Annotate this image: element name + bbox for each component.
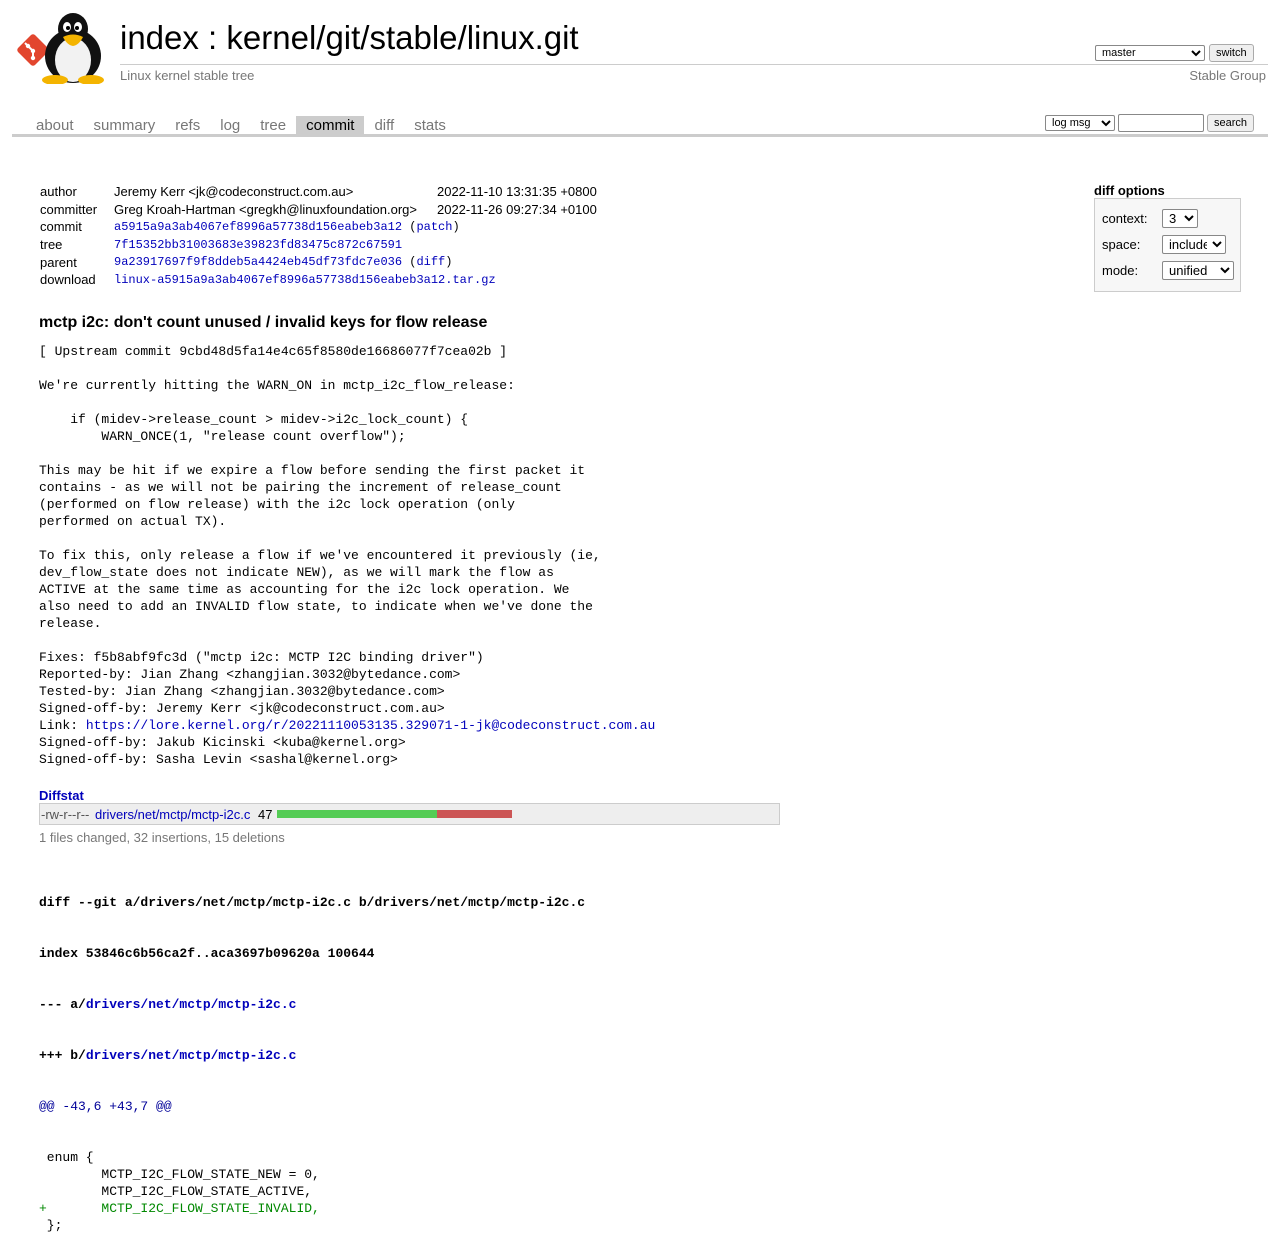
tab-diff[interactable]: diff	[364, 116, 404, 135]
diffstat-summary: 1 files changed, 32 insertions, 15 delet…	[39, 830, 285, 845]
tabs-divider	[12, 134, 1268, 137]
space-label: space:	[1102, 237, 1141, 252]
author-date: 2022-11-10 13:31:35 +0800	[436, 184, 597, 200]
download-row: download linux-a5915a9a3ab4067ef8996a577…	[36, 271, 601, 289]
repo-owner: Stable Group	[1189, 68, 1266, 83]
context-select[interactable]: 3	[1162, 209, 1198, 228]
context-label: context:	[1102, 211, 1148, 226]
diff-git-header: diff --git a/drivers/net/mctp/mctp-i2c.c…	[39, 895, 586, 910]
new-file-prefix: +++ b/	[39, 1048, 86, 1063]
tree-label: tree	[40, 237, 63, 253]
committer-value: Greg Kroah-Hartman <gregkh@linuxfoundati…	[114, 201, 417, 217]
download-cell: linux-a5915a9a3ab4067ef8996a57738d156eab…	[110, 271, 601, 289]
diff-context-line: enum {	[39, 1150, 94, 1165]
mode-row: mode: unified	[1102, 261, 1234, 281]
commit-sha-link[interactable]: a5915a9a3ab4067ef8996a57738d156eabeb3a12	[114, 220, 402, 234]
header-divider	[120, 64, 1268, 65]
repo-link[interactable]: kernel/git/stable/linux.git	[226, 19, 578, 56]
old-file-prefix: --- a/	[39, 997, 86, 1012]
space-select[interactable]: include	[1162, 235, 1226, 254]
committer-label: committer	[40, 201, 98, 217]
committer-date: 2022-11-26 09:27:34 +0100	[436, 201, 597, 217]
old-file-link[interactable]: drivers/net/mctp/mctp-i2c.c	[86, 997, 297, 1012]
diff-new-file: +++ b/drivers/net/mctp/mctp-i2c.c	[39, 1047, 585, 1064]
tab-stats[interactable]: stats	[404, 116, 456, 135]
branch-select[interactable]: master	[1095, 45, 1205, 61]
parent-sha-cell: 9a23917697f9f8ddeb5a4424eb45df73fdc7e036…	[114, 255, 453, 270]
diffstat-file-link[interactable]: drivers/net/mctp/mctp-i2c.c	[95, 807, 250, 822]
tree-sha-cell: 7f15352bb31003683e39823fd83475c872c67591	[110, 236, 601, 254]
download-link[interactable]: linux-a5915a9a3ab4067ef8996a57738d156eab…	[114, 273, 496, 287]
diff-hunk-header: @@ -43,6 +43,7 @@	[39, 1099, 172, 1114]
change-count: 47	[258, 807, 273, 822]
diff-context-line: };	[39, 1218, 63, 1233]
switch-button[interactable]: switch	[1209, 44, 1254, 62]
commit-info-table: author Jeremy Kerr <jk@codeconstruct.com…	[36, 183, 601, 289]
space-row: space: include	[1102, 235, 1226, 255]
diff-options-title: diff options	[1094, 183, 1165, 198]
search-input[interactable]	[1118, 114, 1204, 132]
parent-diff-link[interactable]: diff	[416, 255, 445, 269]
tab-refs[interactable]: refs	[165, 116, 210, 135]
diffstat-table: -rw-r--r-- drivers/net/mctp/mctp-i2c.c 4…	[39, 803, 780, 825]
committer-row: committer Greg Kroah-Hartman <gregkh@lin…	[36, 201, 601, 219]
diff-added-line: + MCTP_I2C_FLOW_STATE_INVALID,	[39, 1201, 320, 1216]
commit-message: [ Upstream commit 9cbd48d5fa14e4c65f8580…	[39, 343, 655, 768]
tab-log[interactable]: log	[210, 116, 250, 135]
tab-about[interactable]: about	[26, 116, 84, 135]
title-separator: :	[198, 19, 227, 56]
diff-options-panel: context: 3 space: include mode: unified	[1094, 198, 1241, 292]
tux-penguin-icon	[42, 13, 104, 84]
tree-sha-link[interactable]: 7f15352bb31003683e39823fd83475c872c67591	[114, 238, 402, 252]
diff-old-file: --- a/drivers/net/mctp/mctp-i2c.c	[39, 996, 585, 1013]
repo-title: index : kernel/git/stable/linux.git	[120, 18, 579, 58]
deletions-bar	[437, 810, 512, 818]
tab-tree[interactable]: tree	[250, 116, 296, 135]
commit-message-text: [ Upstream commit 9cbd48d5fa14e4c65f8580…	[39, 344, 601, 733]
diff-index-header: index 53846c6b56ca2f..aca3697b09620a 100…	[39, 946, 375, 961]
mode-select[interactable]: unified	[1162, 261, 1234, 280]
parent-row: parent 9a23917697f9f8ddeb5a4424eb45df73f…	[36, 253, 601, 271]
search-type-select[interactable]: log msg	[1045, 115, 1115, 131]
commit-row: commit a5915a9a3ab4067ef8996a57738d156ea…	[36, 218, 601, 236]
file-mode: -rw-r--r--	[41, 807, 90, 822]
index-link[interactable]: index	[120, 19, 199, 56]
tab-bar: about summary refs log tree commit diff stats	[26, 116, 456, 135]
commit-message-trailer: Signed-off-by: Jakub Kicinski <kuba@kern…	[39, 735, 406, 767]
download-label: download	[40, 272, 96, 288]
diffstat-header-link[interactable]: Diffstat	[39, 788, 84, 803]
change-graph	[277, 810, 512, 818]
insertions-bar	[277, 810, 437, 818]
parent-label: parent	[40, 254, 77, 270]
diff-view: diff --git a/drivers/net/mctp/mctp-i2c.c…	[39, 860, 585, 1251]
patch-link[interactable]: patch	[416, 220, 452, 234]
tab-commit[interactable]: commit	[296, 116, 365, 135]
author-label: author	[40, 184, 77, 200]
context-row: context: 3	[1102, 209, 1198, 229]
mode-label: mode:	[1102, 263, 1139, 278]
commit-subject: mctp i2c: don't count unused / invalid k…	[39, 314, 488, 331]
tree-row: tree 7f15352bb31003683e39823fd83475c872c…	[36, 236, 601, 254]
author-row: author Jeremy Kerr <jk@codeconstruct.com…	[36, 183, 601, 201]
author-value: Jeremy Kerr <jk@codeconstruct.com.au>	[114, 184, 354, 200]
commit-sha-cell: a5915a9a3ab4067ef8996a57738d156eabeb3a12…	[114, 219, 460, 234]
diff-lines: enum { MCTP_I2C_FLOW_STATE_NEW = 0, MCTP…	[39, 1149, 585, 1234]
diff-context-line: MCTP_I2C_FLOW_STATE_NEW = 0,	[39, 1167, 320, 1182]
repo-description: Linux kernel stable tree	[120, 68, 255, 83]
commit-label: commit	[40, 219, 82, 235]
tab-summary[interactable]: summary	[84, 116, 166, 135]
lore-link[interactable]: https://lore.kernel.org/r/20221110053135…	[86, 718, 656, 733]
parent-sha-link[interactable]: 9a23917697f9f8ddeb5a4424eb45df73fdc7e036	[114, 255, 402, 269]
new-file-link[interactable]: drivers/net/mctp/mctp-i2c.c	[86, 1048, 297, 1063]
search-button[interactable]: search	[1207, 114, 1255, 132]
diff-context-line: MCTP_I2C_FLOW_STATE_ACTIVE,	[39, 1184, 313, 1199]
